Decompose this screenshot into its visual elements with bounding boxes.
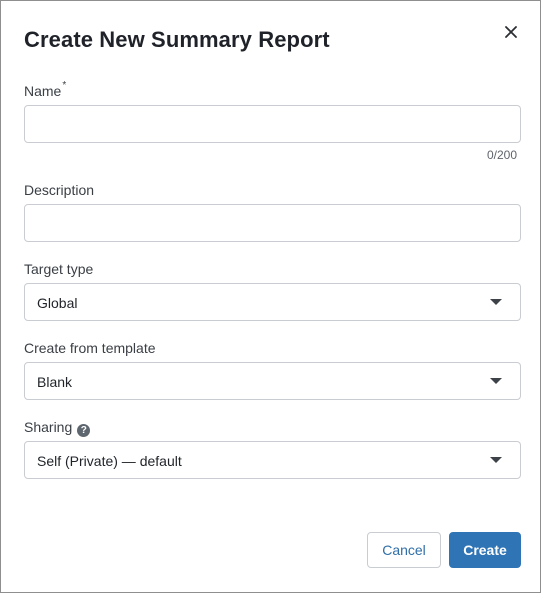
close-icon bbox=[505, 26, 517, 38]
chevron-down-icon bbox=[490, 457, 502, 463]
target-type-value: Global bbox=[37, 295, 78, 311]
sharing-value: Self (Private) — default bbox=[37, 453, 182, 469]
template-label: Create from template bbox=[24, 340, 156, 356]
template-select[interactable]: Blank bbox=[24, 362, 521, 400]
target-type-select[interactable]: Global bbox=[24, 283, 521, 321]
required-mark: * bbox=[62, 80, 67, 91]
chevron-down-icon bbox=[490, 299, 502, 305]
description-input[interactable] bbox=[24, 204, 521, 242]
name-input[interactable] bbox=[24, 105, 521, 143]
create-summary-report-dialog: Create New Summary Report Name* 0/200 De… bbox=[0, 0, 541, 593]
target-type-label: Target type bbox=[24, 261, 94, 277]
cancel-button[interactable]: Cancel bbox=[367, 532, 441, 568]
help-icon[interactable]: ? bbox=[77, 424, 91, 437]
chevron-down-icon bbox=[490, 378, 502, 384]
description-label: Description bbox=[24, 182, 95, 198]
dialog-title: Create New Summary Report bbox=[24, 27, 330, 52]
name-label: Name* bbox=[24, 80, 67, 99]
name-char-counter: 0/200 bbox=[486, 148, 517, 162]
sharing-label-text: Sharing bbox=[24, 419, 73, 435]
sharing-select[interactable]: Self (Private) — default bbox=[24, 441, 521, 479]
close-button[interactable] bbox=[500, 21, 524, 45]
template-value: Blank bbox=[37, 374, 73, 390]
create-button[interactable]: Create bbox=[449, 532, 521, 568]
sharing-label: Sharing? bbox=[24, 419, 91, 437]
name-label-text: Name bbox=[24, 83, 62, 99]
